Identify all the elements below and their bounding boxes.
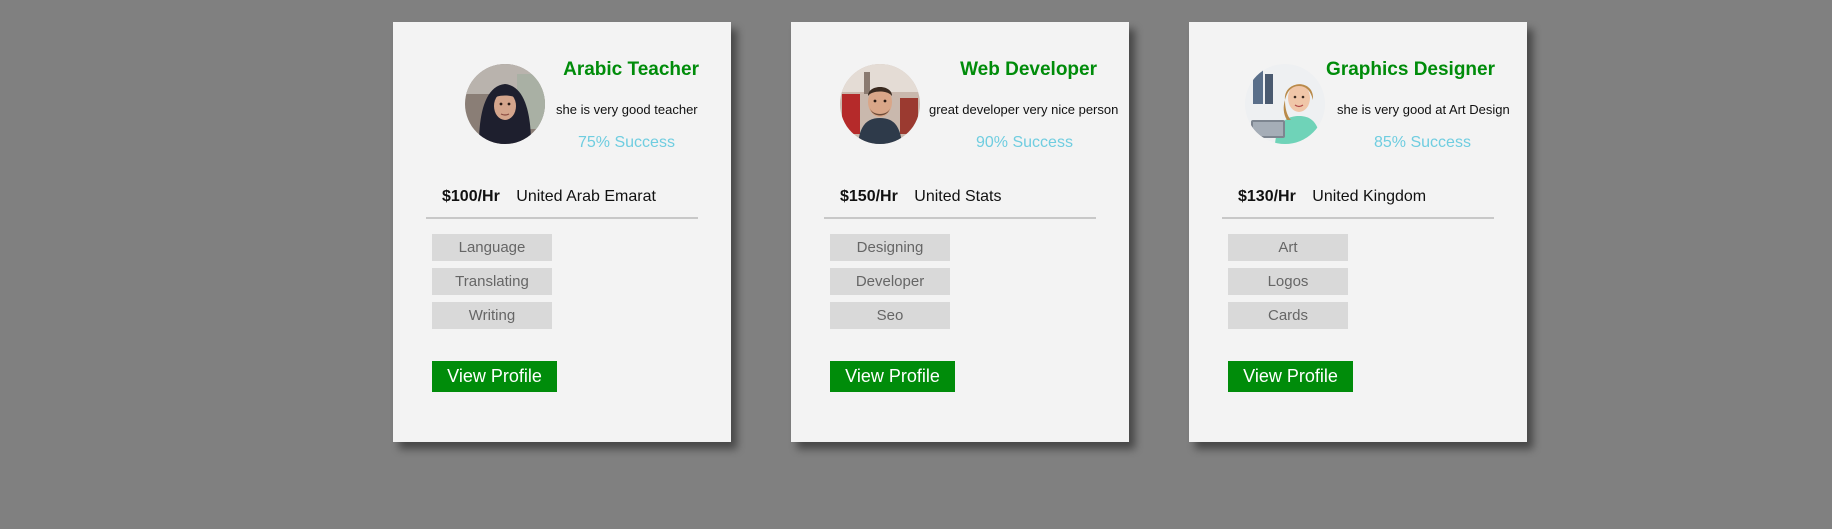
card-description: she is very good at Art Design xyxy=(1337,102,1510,117)
skill-tag: Seo xyxy=(830,302,950,329)
country-label: United Stats xyxy=(914,188,1002,205)
success-rate: 75% Success xyxy=(578,134,675,151)
hourly-rate: $150/Hr xyxy=(840,188,898,205)
skill-tag: Writing xyxy=(432,302,552,329)
skill-tags: Art Logos Cards xyxy=(1228,234,1348,336)
man-in-office-avatar xyxy=(840,64,920,144)
country-label: United Arab Emarat xyxy=(516,188,656,205)
card-title: Graphics Designer xyxy=(1326,59,1495,80)
success-rate: 85% Success xyxy=(1374,134,1471,151)
skill-tag: Language xyxy=(432,234,552,261)
country-label: United Kingdom xyxy=(1312,188,1427,205)
rate-location-row: $130/Hr United Kingdom xyxy=(1238,188,1426,206)
card-title: Arabic Teacher xyxy=(563,59,699,80)
avatar-image xyxy=(840,64,920,144)
divider xyxy=(1222,217,1494,219)
skill-tag: Art xyxy=(1228,234,1348,261)
woman-with-laptop-avatar xyxy=(1245,64,1325,144)
skill-tag: Cards xyxy=(1228,302,1348,329)
woman-in-hijab-avatar xyxy=(465,64,545,144)
card-description: she is very good teacher xyxy=(556,102,698,117)
skill-tag: Logos xyxy=(1228,268,1348,295)
skill-tag: Designing xyxy=(830,234,950,261)
rate-location-row: $100/Hr United Arab Emarat xyxy=(442,188,656,206)
success-rate: 90% Success xyxy=(976,134,1073,151)
view-profile-button[interactable]: View Profile xyxy=(1228,361,1353,392)
avatar-image xyxy=(1245,64,1325,144)
rate-location-row: $150/Hr United Stats xyxy=(840,188,1001,206)
card-description: great developer very nice person xyxy=(929,102,1119,117)
view-profile-button[interactable]: View Profile xyxy=(432,361,557,392)
avatar-image xyxy=(465,64,545,144)
profile-card-graphics-designer: Graphics Designer she is very good at Ar… xyxy=(1189,22,1527,442)
profile-card-web-developer: Web Developer great developer very nice … xyxy=(791,22,1129,442)
skill-tag: Translating xyxy=(432,268,552,295)
view-profile-button[interactable]: View Profile xyxy=(830,361,955,392)
card-header: Web Developer xyxy=(960,58,1097,82)
skill-tags: Designing Developer Seo xyxy=(830,234,950,336)
hourly-rate: $100/Hr xyxy=(442,188,500,205)
card-header: Arabic Teacher xyxy=(563,58,699,82)
divider xyxy=(426,217,698,219)
hourly-rate: $130/Hr xyxy=(1238,188,1296,205)
card-title: Web Developer xyxy=(960,59,1097,80)
profile-card-arabic-teacher: Arabic Teacher she is very good teacher … xyxy=(393,22,731,442)
profile-cards-container: Arabic Teacher she is very good teacher … xyxy=(0,0,1832,529)
card-header: Graphics Designer xyxy=(1326,58,1495,82)
divider xyxy=(824,217,1096,219)
skill-tag: Developer xyxy=(830,268,950,295)
skill-tags: Language Translating Writing xyxy=(432,234,552,336)
